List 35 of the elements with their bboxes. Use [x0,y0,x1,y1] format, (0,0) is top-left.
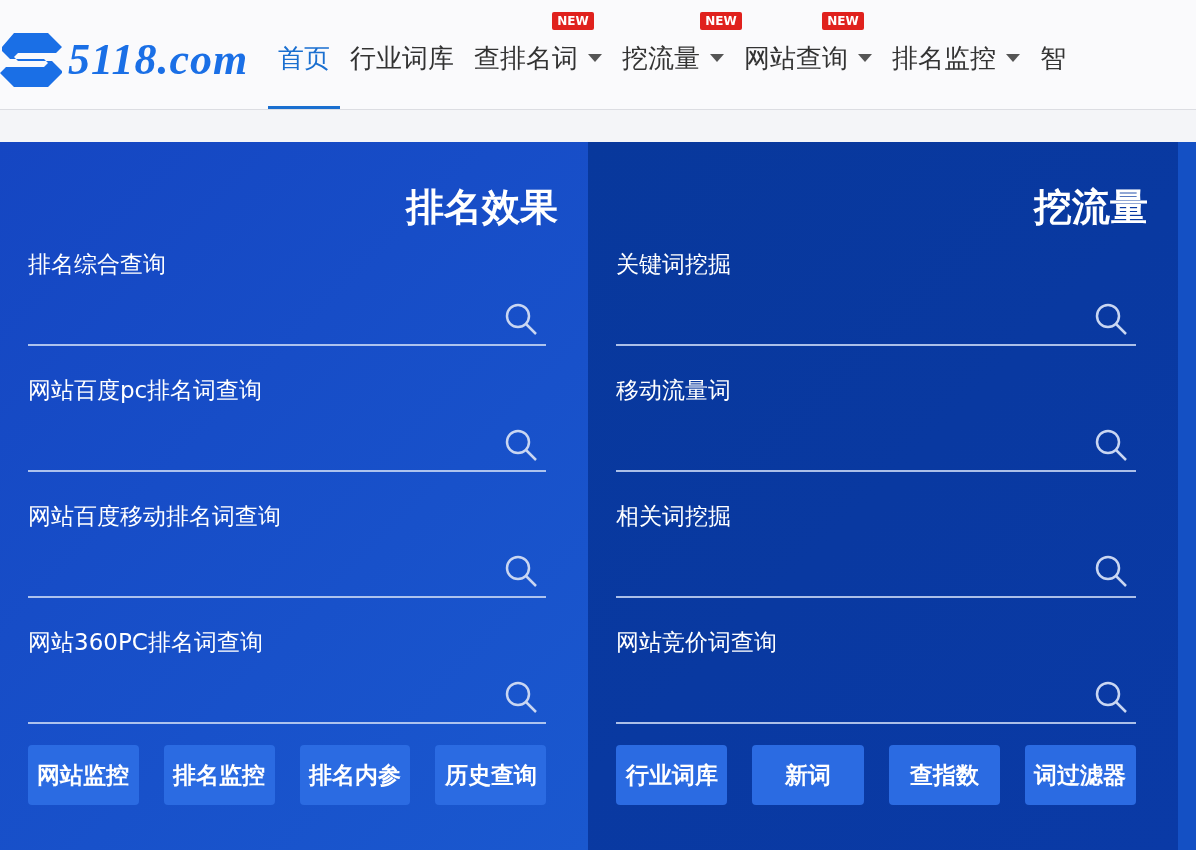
search-icon [504,554,538,588]
field-label: 网站百度pc排名词查询 [28,376,264,405]
tool-button[interactable]: 排名内参 [299,745,411,805]
nav-tab[interactable]: 排名监控 [882,0,1031,109]
field-label: 移动流量词 [616,376,732,405]
tool-button[interactable]: 新词 [752,745,864,805]
search-icon [504,680,538,714]
field-label: 相关词挖掘 [616,502,732,531]
nav-tab[interactable]: 智 [1030,0,1077,109]
field-label: 排名综合查询 [28,250,167,279]
panel-title: 排名效果 [406,184,558,231]
field-label: 网站竞价词查询 [616,628,778,657]
tool-button[interactable]: 历史查询 [435,745,546,805]
new-badge: NEW [552,12,594,30]
new-badge: NEW [700,12,742,30]
logo-icon [0,30,64,89]
tool-button[interactable]: 网站监控 [28,745,139,805]
nav-tab[interactable]: 行业词库 [340,0,465,109]
tool-button[interactable]: 词过滤器 [1024,745,1136,805]
tool-button[interactable]: 行业词库 [616,745,728,805]
field-label: 网站百度移动排名词查询 [28,502,282,531]
search-icon [1094,302,1128,336]
search-icon [1094,428,1128,462]
tool-button[interactable]: 查指数 [888,745,1000,805]
tool-button[interactable]: 排名监控 [163,745,275,805]
field-label: 关键词挖掘 [616,250,732,279]
panel-title: 挖流量 [1034,184,1148,231]
search-icon [504,302,538,336]
search-icon [1094,554,1128,588]
nav-tab[interactable]: 首页 [268,0,341,109]
new-badge: NEW [822,12,864,30]
search-icon [504,428,538,462]
logo-text: 5118.com [68,34,249,85]
field-label: 网站360PC排名词查询 [28,628,264,657]
search-icon [1094,680,1128,714]
